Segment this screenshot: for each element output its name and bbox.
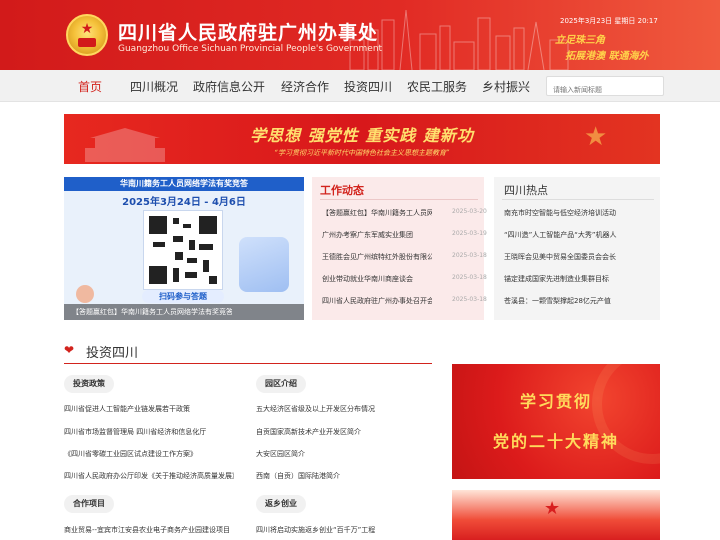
news-title[interactable]: 创业带动就业华南川商座谈会 <box>322 274 432 284</box>
policy-link[interactable]: 四川省人民政府办公厅印发《关于推动经济高质量发展》 <box>64 471 234 481</box>
header-slogan-1: 立足珠三角 <box>555 35 605 46</box>
nav-item-sichuan-overview[interactable]: 四川概况 <box>130 78 178 95</box>
carousel-dots <box>233 310 296 320</box>
main-nav: 首页 四川概况 政府信息公开 经济合作 投资四川 农民工服务 乡村振兴 <box>0 70 720 102</box>
party-study-poster[interactable]: 学习贯彻 党的二十大精神 <box>452 364 660 479</box>
hot-panel-title[interactable]: 四川热点 <box>504 182 548 198</box>
work-news-item[interactable]: 【答题赢红包】华南川籍务工人员网络学法有奖竞答 2025-03-20 <box>322 208 487 222</box>
news-title[interactable]: 王德胜会见广州缤特红外股份有限公司 <box>322 252 432 262</box>
project-link[interactable]: 商业贸易--宜宾市江安县农业电子商务产业园建设项目 <box>64 525 234 535</box>
news-date: 2025-03-18 <box>452 252 487 259</box>
carousel-date-range: 2025年3月24日 - 4月6日 <box>122 197 246 208</box>
news-date: 2025-03-20 <box>452 208 487 215</box>
park-link[interactable]: 大安区园区简介 <box>256 449 432 459</box>
work-news-item[interactable]: 创业带动就业华南川商座谈会 2025-03-18 <box>322 274 487 288</box>
park-link[interactable]: 自贡国家高新技术产业开发区简介 <box>256 427 432 437</box>
return-entrepreneurship-tab[interactable]: 返乡创业 <box>256 495 306 513</box>
park-intro-tab[interactable]: 园区介绍 <box>256 375 306 393</box>
work-news-item[interactable]: 四川省人民政府驻广州办事处召开会议 2025-03-18 <box>322 296 487 310</box>
returnee-link[interactable]: 四川将启动实施返乡创业“百千万”工程 <box>256 525 432 535</box>
poster-line-1: 学习贯彻 <box>519 392 592 411</box>
work-news-item[interactable]: 广州办考察广东军威实业集团 2025-03-19 <box>322 230 487 244</box>
handshake-icon: ❤ <box>64 343 75 357</box>
work-news-title[interactable]: 工作动态 <box>320 182 364 198</box>
banner-headline: 学思想 强党性 重实践 建新功 <box>250 126 474 145</box>
nav-item-economic-cooperation[interactable]: 经济合作 <box>281 78 329 95</box>
news-date: 2025-03-19 <box>452 230 487 237</box>
divider <box>502 199 654 200</box>
nav-item-migrant-workers[interactable]: 农民工服务 <box>407 78 467 95</box>
divider <box>320 199 478 200</box>
qr-code <box>144 211 222 289</box>
news-date: 2025-03-18 <box>452 274 487 281</box>
national-emblem-logo[interactable]: ★ <box>66 14 108 56</box>
nav-item-gov-info[interactable]: 政府信息公开 <box>193 78 265 95</box>
site-title[interactable]: 四川省人民政府驻广州办事处 <box>118 18 378 45</box>
invest-section-header: ❤ 投资四川 <box>64 342 432 364</box>
theme-banner[interactable]: ★ 学思想 强党性 重实践 建新功 “学习贯彻习近平新时代中国特色社会主义思想主… <box>64 114 660 164</box>
carousel-decoration-figure <box>76 285 94 303</box>
nav-item-rural-revitalization[interactable]: 乡村振兴 <box>482 78 530 95</box>
secondary-poster[interactable]: ★ <box>452 490 660 540</box>
invest-policy-tab[interactable]: 投资政策 <box>64 375 114 393</box>
poster-line-2: 党的二十大精神 <box>492 432 619 451</box>
invest-section-title[interactable]: 投资四川 <box>86 342 138 361</box>
nav-item-invest-sichuan[interactable]: 投资四川 <box>344 78 392 95</box>
scan-to-answer-label: 扫码参与答题 <box>142 290 224 303</box>
park-link[interactable]: 西南（自贡）国际陆港简介 <box>256 471 432 481</box>
site-header: ★ 四川省人民政府驻广州办事处 Guangzhou Office Sichuan… <box>0 0 720 70</box>
cooperation-projects-tab[interactable]: 合作项目 <box>64 495 114 513</box>
search-input[interactable] <box>547 81 659 99</box>
carousel-slide-heading: 华南川籍务工人员网络学法有奖竞答 <box>64 177 304 191</box>
work-news-panel: 工作动态 【答题赢红包】华南川籍务工人员网络学法有奖竞答 2025-03-20 … <box>312 177 487 320</box>
header-slogan-2: 拓展港澳 联通海外 <box>565 51 649 62</box>
news-title[interactable]: 【答题赢红包】华南川籍务工人员网络学法有奖竞答 <box>322 208 432 218</box>
sichuan-hot-panel: 四川热点 南充市时空智能与低空经济培训活动 “四川造”人工智能产品“大秀”机器人… <box>494 177 660 320</box>
policy-link[interactable]: 四川省促进人工智能产业链发展若干政策 <box>64 404 234 414</box>
carousel-caption[interactable]: 【答题赢红包】华南川籍务工人员网络学法有奖竞答 <box>72 307 232 317</box>
current-datetime: 2025年3月23日 星期日 20:17 <box>560 17 658 25</box>
nav-item-home[interactable]: 首页 <box>78 78 102 95</box>
carousel-caption-bar: 【答题赢红包】华南川籍务工人员网络学法有奖竞答 <box>64 304 304 320</box>
news-title[interactable]: 广州办考察广东军威实业集团 <box>322 230 432 240</box>
news-date: 2025-03-18 <box>452 296 487 303</box>
hot-news-item[interactable]: “四川造”人工智能产品“大秀”机器人 <box>504 230 652 240</box>
star-icon: ★ <box>544 498 561 519</box>
hot-news-item[interactable]: 锚定建成国家先进制造业集群目标 <box>504 274 652 284</box>
search-box <box>546 76 664 99</box>
policy-link[interactable]: 四川省市场监督管理局 四川省经济和信息化厅 <box>64 427 234 437</box>
hot-news-item[interactable]: 王晓晖会见美中贸易全国委员会会长 <box>504 252 652 262</box>
news-carousel[interactable]: 华南川籍务工人员网络学法有奖竞答 2025年3月24日 - 4月6日 扫码参与答… <box>64 177 304 320</box>
policy-link[interactable]: 《四川省零碳工业园区试点建设工作方案》 <box>64 449 234 459</box>
site-title-english: Guangzhou Office Sichuan Provincial Peop… <box>118 44 383 54</box>
park-link[interactable]: 五大经济区省级及以上开发区分布情况 <box>256 404 432 414</box>
hot-news-item[interactable]: 苍溪县：一颗雪梨撑起28亿元产值 <box>504 296 652 306</box>
hot-news-item[interactable]: 南充市时空智能与低空经济培训活动 <box>504 208 652 218</box>
carousel-decoration-graphic <box>239 237 289 292</box>
news-title[interactable]: 四川省人民政府驻广州办事处召开会议 <box>322 296 432 306</box>
work-news-item[interactable]: 王德胜会见广州缤特红外股份有限公司 2025-03-18 <box>322 252 487 266</box>
banner-subline: “学习贯彻习近平新时代中国特色社会主义思想主题教育” <box>274 149 450 157</box>
